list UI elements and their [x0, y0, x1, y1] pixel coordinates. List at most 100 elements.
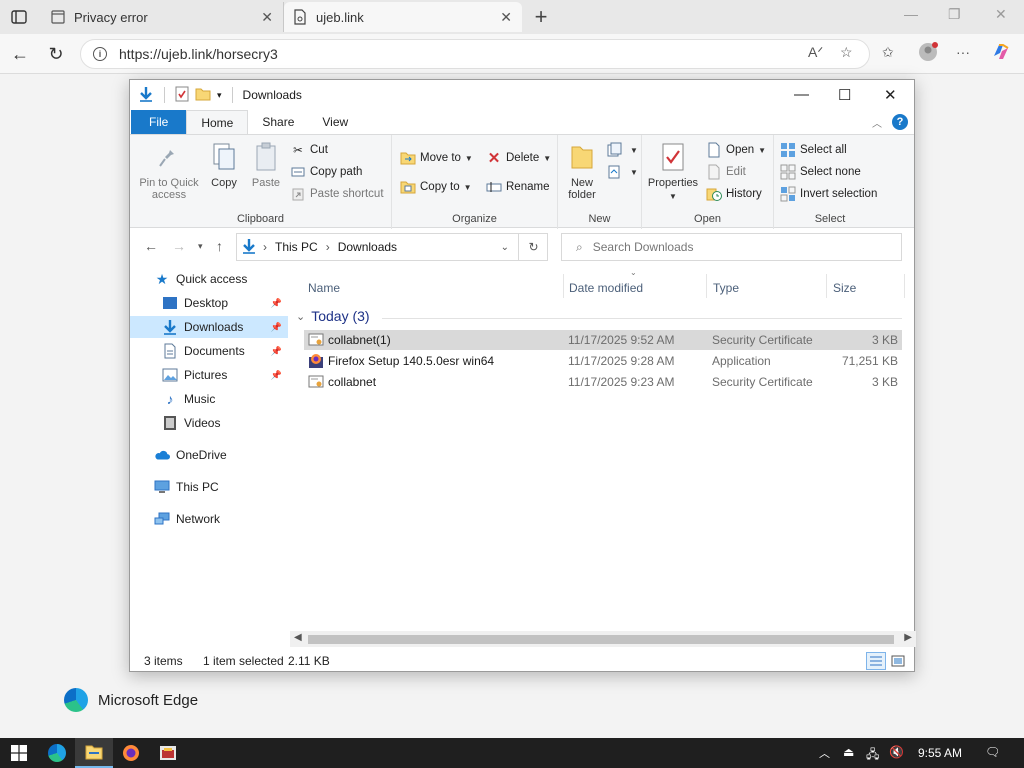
- rename-button[interactable]: Rename: [486, 178, 549, 196]
- close-tab-icon[interactable]: ✕: [261, 9, 273, 26]
- back-icon[interactable]: ←: [9, 43, 31, 65]
- forward-arrow-icon[interactable]: →: [172, 238, 186, 254]
- sidebar-item-quick-access[interactable]: ★ Quick access: [130, 268, 288, 290]
- scrollbar-thumb[interactable]: [308, 635, 894, 644]
- minimize-icon[interactable]: —: [794, 86, 809, 103]
- column-header-name[interactable]: Name: [308, 278, 340, 298]
- start-windows-icon[interactable]: [0, 738, 38, 768]
- file-row[interactable]: collabnet(1) 11/17/2025 9:52 AM Security…: [304, 330, 902, 350]
- column-header-size[interactable]: Size: [833, 278, 856, 298]
- paste-button[interactable]: Paste: [248, 141, 284, 189]
- properties-button[interactable]: Properties ▼: [646, 141, 700, 203]
- sidebar-item-documents[interactable]: Documents 📌: [130, 340, 288, 362]
- sidebar-item-downloads[interactable]: Downloads 📌: [130, 316, 288, 338]
- cut-button[interactable]: ✂ Cut: [290, 141, 328, 159]
- column-divider[interactable]: [826, 274, 827, 298]
- tab-file[interactable]: File: [131, 110, 187, 134]
- tab-actions-icon[interactable]: [10, 8, 28, 26]
- file-explorer-taskbar-icon[interactable]: [75, 738, 113, 768]
- large-icons-view-icon[interactable]: [888, 652, 908, 670]
- move-to-button[interactable]: Move to ▼: [400, 149, 473, 167]
- refresh-icon[interactable]: ↻: [45, 43, 67, 65]
- close-icon[interactable]: ✕: [884, 86, 897, 104]
- close-tab-icon[interactable]: ✕: [500, 9, 512, 26]
- sidebar-item-network[interactable]: Network: [130, 508, 288, 530]
- up-arrow-icon[interactable]: ↑: [216, 238, 223, 254]
- easy-access-button[interactable]: ▼: [606, 163, 638, 181]
- sidebar-item-onedrive[interactable]: OneDrive: [130, 444, 288, 466]
- open-button[interactable]: Open ▼: [706, 141, 766, 159]
- column-divider[interactable]: [563, 274, 564, 298]
- back-arrow-icon[interactable]: ←: [144, 238, 158, 254]
- download-arrow-icon[interactable]: [138, 86, 154, 105]
- delete-button[interactable]: ✕ Delete ▼: [486, 149, 551, 167]
- edge-taskbar-icon[interactable]: [38, 738, 76, 768]
- tab-view[interactable]: View: [308, 110, 362, 134]
- minimize-icon[interactable]: —: [904, 6, 918, 22]
- taskbar-clock[interactable]: 9:55 AM: [918, 746, 962, 760]
- tab-home[interactable]: Home: [186, 110, 249, 134]
- horizontal-scrollbar[interactable]: ◀ ▶: [290, 631, 916, 647]
- close-window-icon[interactable]: ✕: [995, 6, 1007, 23]
- tab-share[interactable]: Share: [248, 110, 308, 134]
- copy-button[interactable]: Copy: [206, 141, 242, 189]
- sidebar-item-this-pc[interactable]: This PC: [130, 476, 288, 498]
- new-tab-icon[interactable]: +: [530, 4, 552, 30]
- group-header-today[interactable]: ⌄ Today (3): [296, 308, 370, 324]
- select-all-button[interactable]: Select all: [780, 141, 847, 159]
- notifications-icon[interactable]: 🗨: [985, 745, 1000, 759]
- show-hidden-icons-icon[interactable]: ︿: [819, 745, 830, 761]
- restore-icon[interactable]: ❐: [948, 6, 961, 23]
- firefox-taskbar-icon[interactable]: [112, 738, 150, 768]
- recent-locations-icon[interactable]: ▾: [198, 241, 203, 252]
- new-folder-icon[interactable]: [195, 87, 211, 104]
- pin-quick-access-button[interactable]: Pin to Quick access: [136, 141, 202, 201]
- tab-ujeb-link[interactable]: ujeb.link ✕: [284, 2, 522, 32]
- favorites-icon[interactable]: ✩: [882, 44, 894, 61]
- file-row[interactable]: collabnet 11/17/2025 9:23 AM Security Ce…: [304, 372, 902, 392]
- sidebar-item-desktop[interactable]: Desktop 📌: [130, 292, 288, 314]
- more-options-icon[interactable]: ···: [956, 44, 970, 60]
- file-row[interactable]: Firefox Setup 140.5.0esr win64 11/17/202…: [304, 351, 902, 371]
- properties-check-icon[interactable]: [175, 86, 189, 105]
- new-folder-button[interactable]: New folder: [562, 141, 602, 201]
- profile-avatar-icon[interactable]: [918, 42, 938, 65]
- select-none-button[interactable]: Select none: [780, 163, 861, 181]
- scroll-right-icon[interactable]: ▶: [904, 632, 912, 643]
- url-field[interactable]: i https://ujeb.link/horsecry3: [80, 39, 870, 69]
- chevron-down-icon[interactable]: ⌄: [501, 242, 509, 253]
- new-item-button[interactable]: ▼: [606, 141, 638, 159]
- column-header-date[interactable]: Date modified: [569, 278, 643, 298]
- breadcrumb-this-pc[interactable]: This PC: [275, 240, 318, 254]
- column-divider[interactable]: [904, 274, 905, 298]
- search-input[interactable]: ⌕ Search Downloads: [561, 233, 902, 261]
- sidebar-item-pictures[interactable]: Pictures 📌: [130, 364, 288, 386]
- help-icon[interactable]: ?: [892, 114, 908, 130]
- favorite-star-icon[interactable]: ☆: [840, 44, 853, 61]
- volume-muted-icon[interactable]: 🔇: [889, 745, 904, 759]
- sidebar-item-music[interactable]: ♪ Music: [130, 388, 288, 410]
- maximize-icon[interactable]: ☐: [838, 86, 851, 104]
- customize-toolbar-icon[interactable]: ▾: [217, 90, 222, 101]
- copy-path-button[interactable]: Copy path: [290, 163, 362, 181]
- usb-device-icon[interactable]: ⏏: [843, 745, 854, 759]
- app-taskbar-icon[interactable]: [149, 738, 187, 768]
- breadcrumb[interactable]: › This PC › Downloads ⌄: [236, 233, 548, 261]
- column-divider[interactable]: [706, 274, 707, 298]
- tab-privacy-error[interactable]: Privacy error ✕: [36, 2, 284, 32]
- edit-button[interactable]: Edit: [706, 163, 746, 181]
- history-button[interactable]: History: [706, 185, 762, 203]
- network-status-icon[interactable]: 🖧: [866, 745, 879, 766]
- details-view-icon[interactable]: [866, 652, 886, 670]
- breadcrumb-downloads[interactable]: Downloads: [338, 240, 397, 254]
- copy-to-button[interactable]: Copy to ▼: [400, 178, 472, 196]
- read-aloud-icon[interactable]: Aᐟ: [808, 44, 823, 61]
- paste-shortcut-button[interactable]: Paste shortcut: [290, 185, 384, 203]
- site-info-icon[interactable]: i: [93, 47, 107, 61]
- invert-selection-button[interactable]: Invert selection: [780, 185, 877, 203]
- column-header-type[interactable]: Type: [713, 278, 739, 298]
- collapse-ribbon-icon[interactable]: ︿: [872, 115, 882, 130]
- sidebar-item-videos[interactable]: Videos: [130, 412, 288, 434]
- copilot-icon[interactable]: [991, 42, 1011, 65]
- scroll-left-icon[interactable]: ◀: [294, 632, 302, 643]
